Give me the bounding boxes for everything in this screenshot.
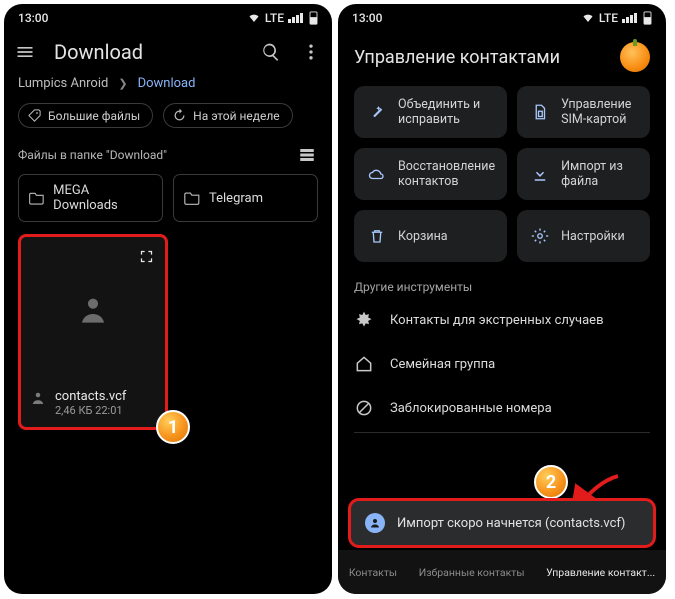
wifi-icon xyxy=(247,12,261,24)
status-bar: 13:00 LTE xyxy=(4,4,332,32)
expand-icon[interactable] xyxy=(135,245,157,267)
home-icon xyxy=(354,354,374,374)
file-info: 2,46 КБ 22:01 xyxy=(55,404,126,417)
menu-icon[interactable] xyxy=(14,41,36,63)
phone-right: 13:00 LTE Управление контактами Объедини… xyxy=(338,4,666,594)
breadcrumb-root[interactable]: Lumpics Anroid xyxy=(18,76,108,91)
breadcrumb: Lumpics Anroid ❯ Download xyxy=(4,70,332,101)
status-bar: 13:00 LTE xyxy=(338,4,666,32)
sim-icon xyxy=(529,101,551,123)
status-time: 13:00 xyxy=(352,11,382,25)
app-bar: Download xyxy=(4,32,332,70)
item-emergency[interactable]: Контакты для экстренных случаев xyxy=(338,298,666,342)
gear-icon xyxy=(529,225,551,247)
battery-icon xyxy=(309,11,318,25)
cloud-icon xyxy=(366,163,388,185)
folder-icon xyxy=(29,191,45,205)
annotation-badge-2: 2 xyxy=(534,465,568,499)
item-blocked[interactable]: Заблокированные номера xyxy=(338,386,666,430)
bottom-tabs: Контакты Избранные контакты Управление к… xyxy=(338,550,666,594)
toast-text: Импорт скоро начнется (contacts.vcf) xyxy=(397,516,625,531)
trash-icon xyxy=(366,225,388,247)
tab-contacts[interactable]: Контакты xyxy=(349,566,397,579)
history-icon xyxy=(172,108,187,123)
file-card-contacts[interactable]: contacts.vcf 2,46 КБ 22:01 xyxy=(18,234,168,430)
screen-title: Download xyxy=(54,40,242,64)
action-tiles: Объединить и исправить Управление SIM-ка… xyxy=(338,86,666,272)
file-meta: contacts.vcf 2,46 КБ 22:01 xyxy=(21,383,165,427)
tag-icon xyxy=(27,108,42,123)
search-icon[interactable] xyxy=(260,41,282,63)
chevron-right-icon: ❯ xyxy=(118,77,127,90)
person-small-icon xyxy=(29,389,47,407)
section-header: Файлы в папке "Download" xyxy=(4,142,332,174)
folder-mega[interactable]: MEGA Downloads xyxy=(18,174,163,222)
more-icon[interactable] xyxy=(300,41,322,63)
signal-icon xyxy=(622,13,637,23)
block-icon xyxy=(354,398,374,418)
wand-icon xyxy=(366,101,388,123)
file-name: contacts.vcf xyxy=(55,389,126,404)
tab-manage[interactable]: Управление контакт... xyxy=(546,566,655,579)
screen-header: Управление контактами xyxy=(338,32,666,86)
chip-this-week[interactable]: На этой неделе xyxy=(163,103,293,128)
folder-telegram[interactable]: Telegram xyxy=(173,174,318,222)
status-time: 13:00 xyxy=(18,11,48,25)
status-net: LTE xyxy=(265,11,284,25)
tile-merge-fix[interactable]: Объединить и исправить xyxy=(354,86,507,138)
file-grid: contacts.vcf 2,46 КБ 22:01 xyxy=(4,234,332,430)
tile-settings[interactable]: Настройки xyxy=(517,210,650,262)
download-icon xyxy=(529,163,551,185)
folder-icon xyxy=(184,191,201,205)
status-right: LTE xyxy=(247,11,318,25)
chip-big-files[interactable]: Большие файлы xyxy=(18,103,153,128)
person-icon xyxy=(74,291,112,329)
tile-trash[interactable]: Корзина xyxy=(354,210,507,262)
signal-icon xyxy=(288,13,303,23)
status-right: LTE xyxy=(581,11,652,25)
section-label: Файлы в папке "Download" xyxy=(18,148,167,162)
tile-import[interactable]: Импорт из файла xyxy=(517,148,650,200)
wifi-icon xyxy=(581,12,595,24)
tile-sim[interactable]: Управление SIM-картой xyxy=(517,86,650,138)
filter-chips: Большие файлы На этой неделе xyxy=(4,101,332,142)
phone-left: 13:00 LTE Download Lumpics Anroid ❯ Down… xyxy=(4,4,332,594)
file-preview xyxy=(21,237,165,383)
item-family[interactable]: Семейная группа xyxy=(338,342,666,386)
divider xyxy=(354,432,650,433)
tab-favorites[interactable]: Избранные контакты xyxy=(419,566,525,579)
annotation-badge-1: 1 xyxy=(156,410,190,444)
contact-icon xyxy=(365,513,385,533)
screen-title: Управление контактами xyxy=(354,47,560,68)
account-avatar[interactable] xyxy=(620,42,650,72)
emergency-icon xyxy=(354,310,374,330)
folder-row: MEGA Downloads Telegram xyxy=(4,174,332,234)
tile-restore[interactable]: Восстановление контактов xyxy=(354,148,507,200)
breadcrumb-leaf[interactable]: Download xyxy=(138,76,196,91)
other-tools-label: Другие инструменты xyxy=(338,272,666,298)
import-toast: Импорт скоро начнется (contacts.vcf) xyxy=(348,498,656,548)
battery-icon xyxy=(643,11,652,25)
view-list-icon[interactable] xyxy=(296,144,318,166)
